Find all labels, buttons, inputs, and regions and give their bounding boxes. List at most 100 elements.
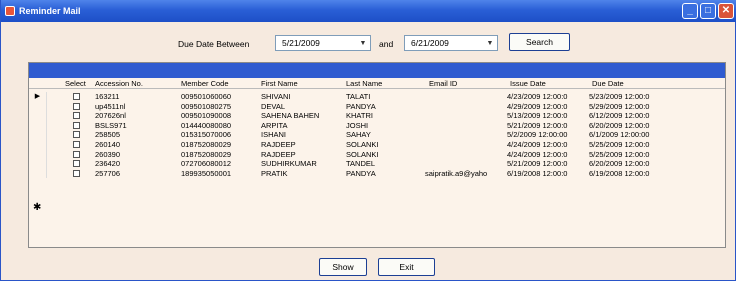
cell-issue: 5/21/2009 12:00:0 (507, 120, 568, 130)
row-selector[interactable] (29, 101, 47, 112)
cell-accession: 260390 (95, 149, 121, 159)
cell-first: ISHANI (261, 130, 287, 140)
column-header-accession[interactable]: Accession No. (95, 79, 143, 88)
cell-issue: 5/13/2009 12:00:0 (507, 111, 568, 121)
table-row[interactable]: 257706 189935050001 PRATIK PANDYA saipratik.… (29, 168, 725, 179)
app-icon (5, 6, 15, 16)
select-checkbox[interactable] (73, 160, 80, 168)
table-row[interactable]: BSLS971 014440080080 ARPITA JOSHI 5/21/2009 … (29, 120, 725, 131)
results-grid: Select Accession No. Member Code First N… (28, 62, 726, 248)
cell-accession: BSLS971 (95, 120, 127, 130)
column-header-last-name[interactable]: Last Name (346, 79, 382, 88)
cell-member: 009501080275 (181, 101, 232, 111)
table-row[interactable]: 207626nl 009501090008 SAHENA BAHEN KHATRI 5/… (29, 111, 725, 121)
show-button[interactable]: Show (319, 258, 367, 276)
row-selector[interactable] (29, 149, 47, 160)
cell-due: 6/20/2009 12:00:0 (589, 159, 650, 169)
cell-accession: up4511nl (95, 101, 126, 111)
cell-last: TALATI (346, 92, 371, 101)
cell-issue: 5/21/2009 12:00:0 (507, 159, 568, 169)
cell-last: SAHAY (346, 130, 371, 140)
cell-member: 018752080029 (181, 140, 232, 149)
select-checkbox[interactable] (73, 141, 80, 148)
cell-due: 6/1/2009 12:00:00 (589, 130, 650, 140)
chevron-down-icon[interactable]: ▼ (483, 36, 497, 50)
cell-member: 015315070006 (181, 130, 232, 140)
select-checkbox[interactable] (73, 131, 80, 139)
due-date-label: Due Date Between (178, 39, 250, 49)
cell-accession: 163211 (95, 92, 120, 101)
table-row[interactable]: 258505 015315070006 ISHANI SAHAY 5/2/2009 12… (29, 130, 725, 140)
row-selector[interactable]: ▶ (29, 92, 47, 102)
table-row[interactable]: 236420 072706080012 SUDHIRKUMAR TANDEL 5/21/… (29, 159, 725, 169)
maximize-button[interactable]: □ (700, 3, 716, 19)
grid-caption-bar (29, 63, 725, 78)
table-row[interactable]: up4511nl 009501080275 DEVAL PANDYA 4/29/2009… (29, 101, 725, 112)
cell-email: saipratik.a9@yaho (425, 168, 488, 178)
cell-last: JOSHI (346, 120, 369, 130)
row-selector[interactable] (29, 120, 47, 131)
exit-button[interactable]: Exit (378, 258, 435, 276)
column-header-member-code[interactable]: Member Code (181, 79, 229, 88)
minimize-button[interactable]: _ (682, 3, 698, 19)
chevron-down-icon[interactable]: ▼ (356, 36, 370, 50)
cell-due: 6/20/2009 12:00:0 (589, 120, 650, 130)
cell-last: KHATRI (346, 111, 373, 121)
column-header-email[interactable]: Email ID (429, 79, 457, 88)
cell-member: 018752080029 (181, 149, 232, 159)
column-header-issue-date[interactable]: Issue Date (510, 79, 546, 88)
cell-issue: 4/29/2009 12:00:0 (507, 101, 568, 111)
table-row[interactable]: 260390 018752080029 RAJDEEP SOLANKI 4/24/200… (29, 149, 725, 160)
cell-first: PRATIK (261, 168, 288, 178)
cell-member: 009501090008 (181, 111, 232, 121)
cell-first: SHIVANI (261, 92, 291, 101)
cell-first: ARPITA (261, 120, 288, 130)
to-date-value: 6/21/2009 (411, 38, 449, 48)
select-checkbox[interactable] (73, 93, 80, 100)
select-checkbox[interactable] (73, 112, 80, 120)
filter-row: Due Date Between 5/21/2009 ▼ and 6/21/20… (1, 33, 736, 53)
row-selector[interactable] (29, 159, 47, 169)
cell-accession: 207626nl (95, 111, 126, 121)
table-row[interactable]: ▶ 163211 009501060060 SHIVANI TALATI 4/23/200… (29, 92, 725, 102)
column-header-first-name[interactable]: First Name (261, 79, 298, 88)
cell-due: 5/29/2009 12:00:0 (589, 101, 650, 111)
cell-member: 014440080080 (181, 120, 232, 130)
reminder-mail-window: Reminder Mail _ □ ✕ Due Date Between 5/2… (0, 0, 736, 281)
column-header-select[interactable]: Select (65, 79, 86, 88)
cell-accession: 236420 (95, 159, 121, 169)
cell-first: RAJDEEP (261, 149, 296, 159)
table-row[interactable]: 260140 018752080029 RAJDEEP SOLANKI 4/24/200… (29, 140, 725, 150)
from-date-picker[interactable]: 5/21/2009 ▼ (275, 35, 371, 51)
title-bar[interactable]: Reminder Mail _ □ ✕ (1, 0, 736, 22)
window-title: Reminder Mail (19, 6, 81, 16)
close-button[interactable]: ✕ (718, 3, 734, 19)
cell-due: 6/12/2009 12:00:0 (589, 111, 650, 121)
cell-issue: 5/2/2009 12:00:00 (507, 130, 568, 140)
cell-issue: 4/23/2009 12:00:0 (507, 92, 568, 101)
cell-accession: 258505 (95, 130, 121, 140)
row-selector[interactable] (29, 140, 47, 150)
cell-accession: 257706 (95, 168, 121, 178)
select-checkbox[interactable] (73, 121, 80, 129)
cell-due: 5/25/2009 12:00:0 (589, 149, 650, 159)
cell-due: 6/19/2008 12:00:0 (589, 168, 650, 178)
select-checkbox[interactable] (73, 102, 80, 110)
grid-header: Select Accession No. Member Code First N… (29, 78, 725, 89)
cell-last: PANDYA (346, 101, 376, 111)
cell-last: TANDEL (346, 159, 376, 169)
search-button[interactable]: Search (509, 33, 570, 51)
row-selector[interactable] (29, 111, 47, 121)
cell-member: 072706080012 (181, 159, 232, 169)
cell-last: SOLANKI (346, 140, 379, 149)
row-selector[interactable] (29, 130, 47, 140)
new-row-icon: ✱ (33, 202, 42, 213)
column-header-due-date[interactable]: Due Date (592, 79, 624, 88)
select-checkbox[interactable] (73, 169, 80, 177)
cell-due: 5/25/2009 12:00:0 (589, 140, 650, 149)
cell-member: 189935050001 (181, 168, 232, 178)
select-checkbox[interactable] (73, 150, 80, 158)
to-date-picker[interactable]: 6/21/2009 ▼ (404, 35, 498, 51)
row-selector[interactable] (29, 168, 47, 179)
and-label: and (379, 39, 394, 49)
